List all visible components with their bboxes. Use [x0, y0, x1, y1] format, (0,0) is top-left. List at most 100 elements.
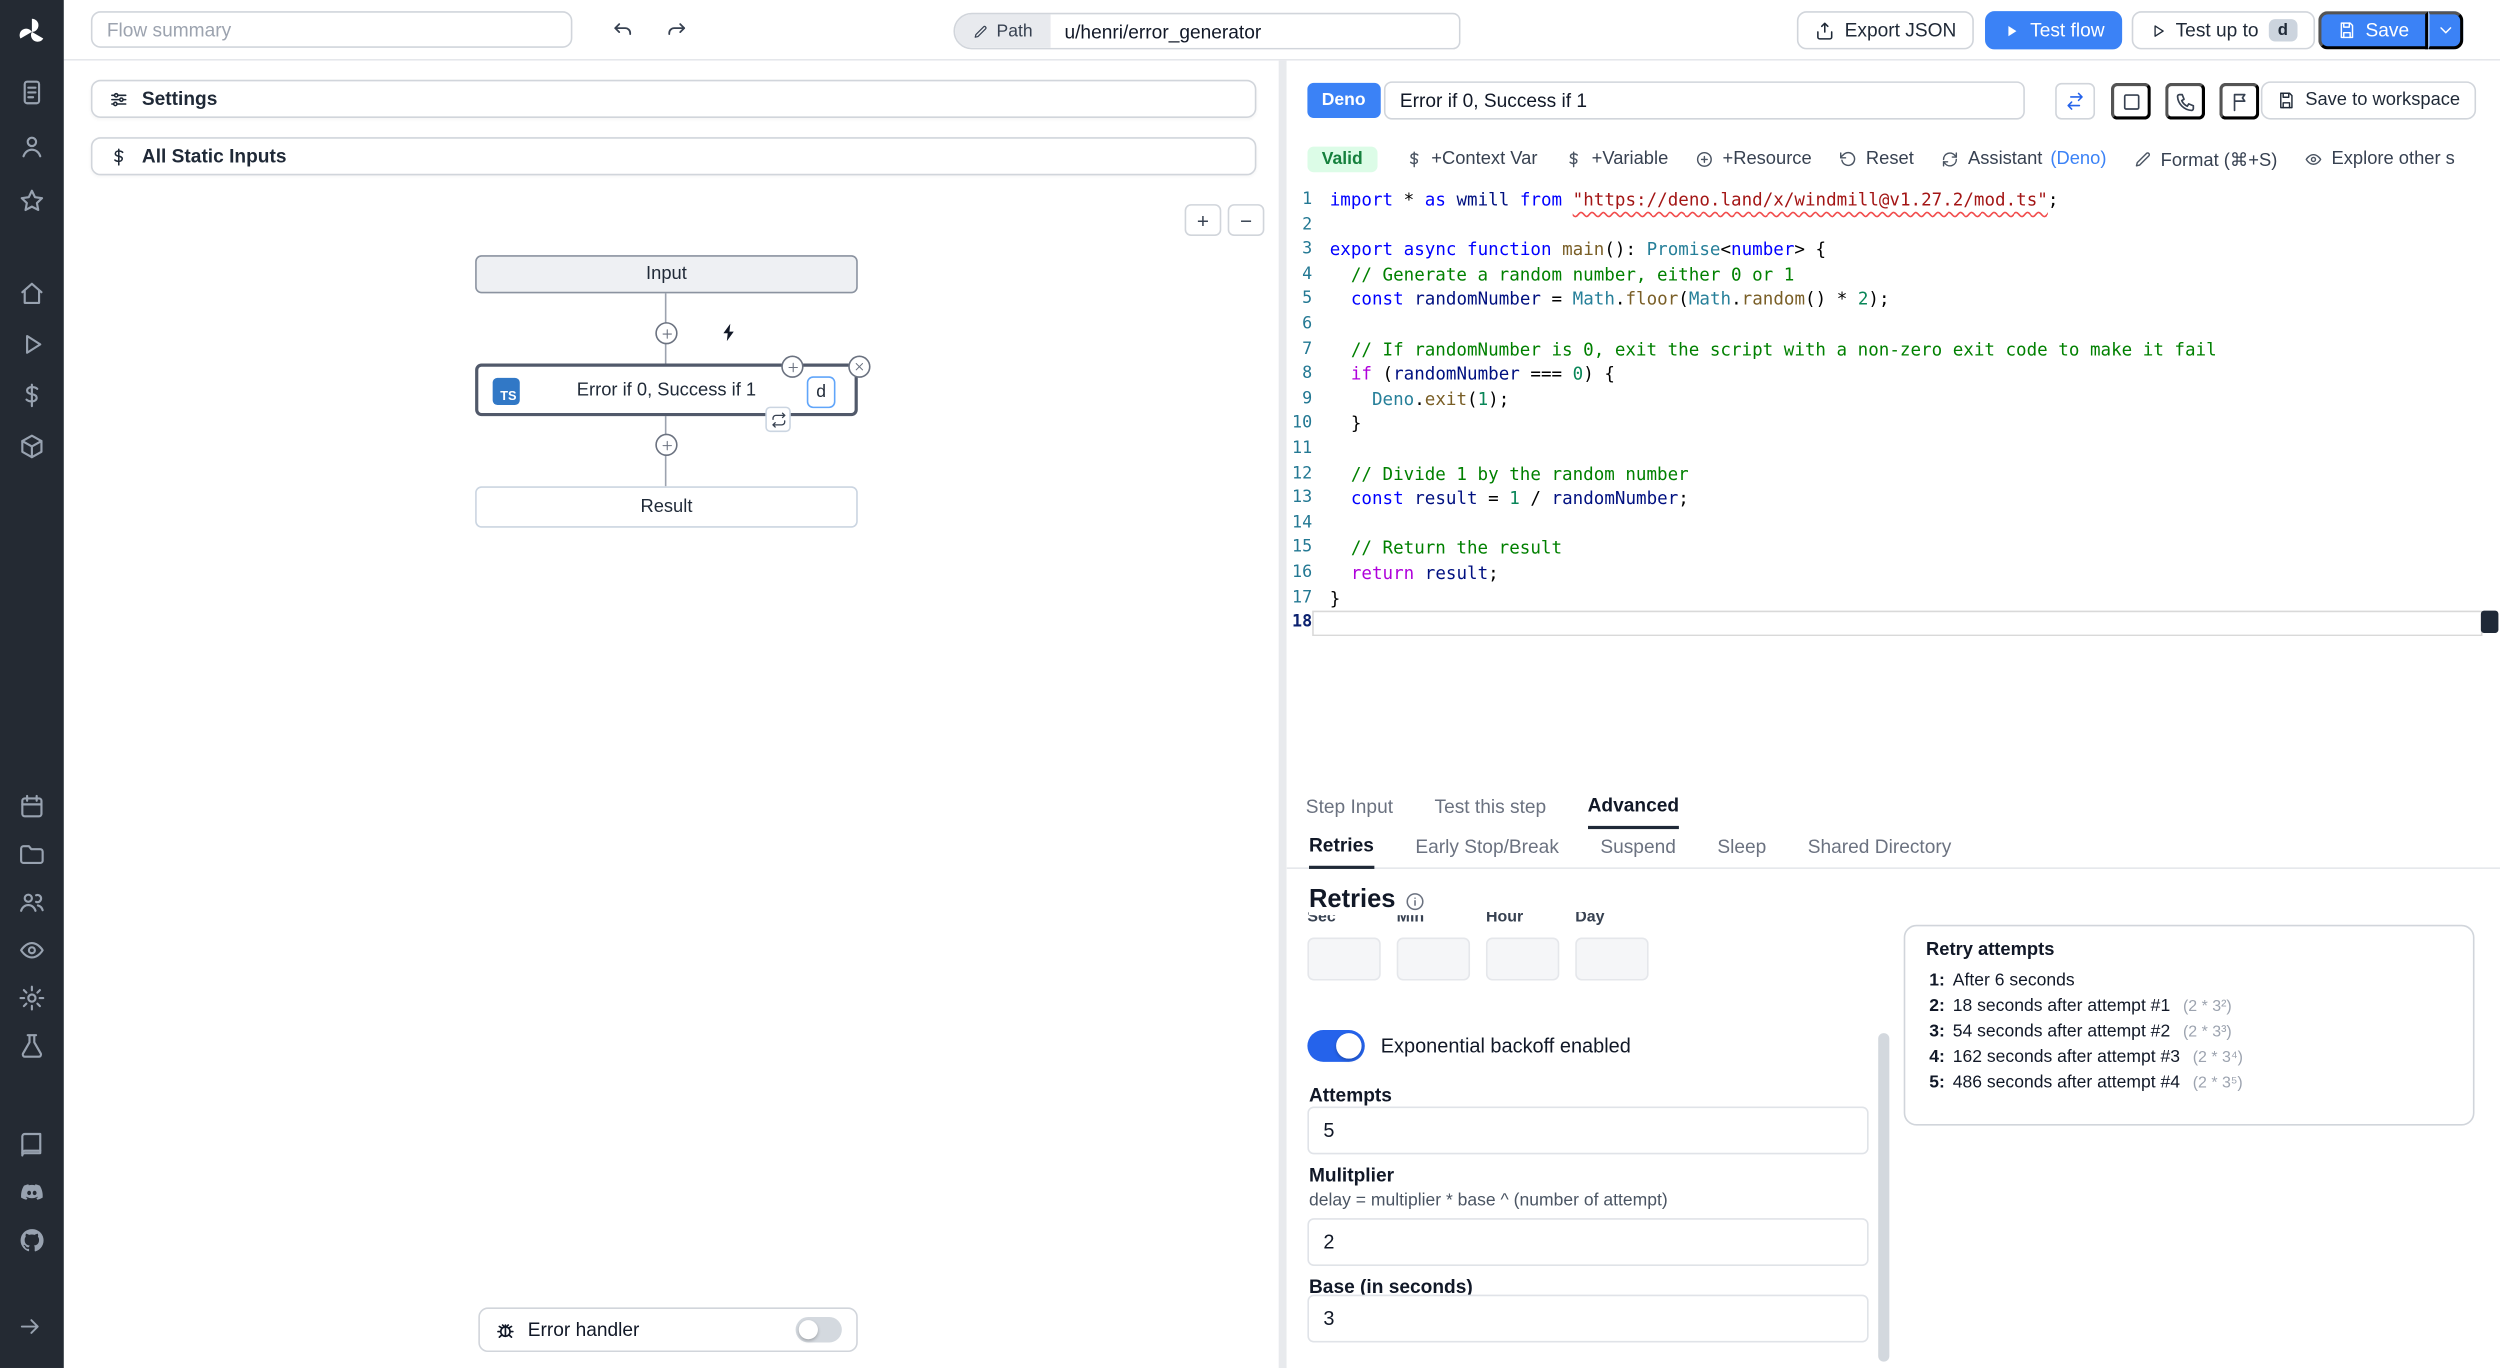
code-line[interactable]: 12 // Divide 1 by the random number	[1287, 462, 2483, 487]
code-line[interactable]: 14	[1287, 511, 2483, 536]
add-step-button[interactable]	[655, 433, 678, 456]
code-line[interactable]: 7 // If randomNumber is 0, exit the scri…	[1287, 337, 2483, 362]
test-up-to-button[interactable]: Test up to d	[2130, 11, 2316, 50]
input-node[interactable]: Input	[475, 255, 858, 294]
sidebar-item-clipboard[interactable]	[18, 78, 47, 107]
cron-sec-input[interactable]	[1307, 937, 1381, 981]
dollar-icon	[1404, 150, 1423, 169]
sidebar-item-user[interactable]	[18, 132, 47, 161]
retries-title: Retries	[1308, 886, 1396, 914]
tab-advanced[interactable]: Advanced	[1587, 794, 1680, 830]
tab-test-this-step[interactable]: Test this step	[1435, 796, 1547, 828]
cron-min-input[interactable]	[1396, 937, 1471, 981]
info-icon[interactable]	[1405, 890, 1426, 911]
add-step-button[interactable]	[655, 322, 678, 345]
redo-button[interactable]	[653, 12, 696, 48]
step-name-input[interactable]	[1383, 81, 2025, 120]
sidebar-item-play[interactable]	[18, 330, 47, 359]
code-line[interactable]: 18	[1287, 611, 2483, 636]
sidebar-item-eye[interactable]	[18, 936, 47, 965]
code-line[interactable]: 6	[1287, 312, 2483, 337]
undo-button[interactable]	[602, 12, 645, 48]
retries-section: Retries Sec Min Hour Day Exponential backof…	[1287, 871, 2500, 1368]
editor-scrollbar-thumb[interactable]	[2480, 610, 2499, 633]
code-line[interactable]: 1 import * as wmill from "https://deno.la…	[1287, 188, 2483, 213]
delete-step-button[interactable]	[848, 355, 871, 378]
panel-splitter[interactable]	[1278, 60, 1287, 1368]
advanced-tab-suspend[interactable]: Suspend	[1600, 835, 1676, 867]
result-node[interactable]: Result	[475, 486, 858, 528]
code-line[interactable]: 5 const randomNumber = Math.floor(Math.r…	[1287, 288, 2483, 313]
sidebar-item-book[interactable]	[18, 1130, 47, 1159]
code-line[interactable]: 13 const result = 1 / randomNumber;	[1287, 486, 2483, 511]
code-line[interactable]: 2	[1287, 213, 2483, 238]
save-to-workspace-button[interactable]: Save to workspace	[2260, 81, 2477, 120]
windmill-logo[interactable]	[14, 14, 49, 57]
add-resource-button[interactable]: +Resource	[1695, 150, 1812, 169]
code-line[interactable]: 17}	[1287, 586, 2483, 611]
plus-icon	[659, 326, 673, 340]
sidebar-item-calendar[interactable]	[18, 792, 47, 821]
sidebar-item-home[interactable]	[18, 279, 47, 308]
sidebar-item-github[interactable]	[18, 1226, 47, 1255]
advanced-tab-shared-directory[interactable]: Shared Directory	[1808, 835, 1952, 867]
advanced-tab-early-stop-break[interactable]: Early Stop/Break	[1415, 835, 1559, 867]
code-line[interactable]: 4 // Generate a random number, either 0 …	[1287, 263, 2483, 288]
add-trigger-button[interactable]	[716, 319, 743, 346]
assistant-button[interactable]: Assistant (Deno)	[1941, 150, 2106, 169]
explore-button[interactable]: Explore other s	[2304, 150, 2455, 169]
sidebar-item-discord[interactable]	[18, 1178, 47, 1207]
code-line[interactable]: 16 return result;	[1287, 561, 2483, 586]
save-button[interactable]: Save	[2317, 11, 2429, 50]
refresh-icon	[1941, 150, 1960, 169]
code-line[interactable]: 11	[1287, 437, 2483, 462]
path-input[interactable]	[1050, 14, 1459, 48]
flow-settings-button[interactable]: Settings	[90, 79, 1257, 118]
add-context-var-button[interactable]: +Context Var	[1404, 150, 1537, 169]
step-editor-panel: Deno Save to workspace Valid +Context Va…	[1286, 60, 2500, 1368]
sidebar-item-gear[interactable]	[18, 984, 47, 1013]
sidebar-item-star[interactable]	[18, 187, 47, 216]
sidebar-item-cube[interactable]	[18, 432, 47, 461]
sidebar-item-flask[interactable]	[18, 1032, 47, 1061]
fullscreen-button[interactable]	[2110, 82, 2151, 120]
cron-hour-input[interactable]	[1485, 937, 1560, 981]
code-line[interactable]: 9 Deno.exit(1);	[1287, 387, 2483, 412]
code-line[interactable]: 3 export async function main(): Promise<n…	[1287, 238, 2483, 263]
export-json-button[interactable]: Export JSON	[1796, 11, 1974, 50]
sidebar-item-folder[interactable]	[18, 840, 47, 869]
exponential-backoff-toggle[interactable]	[1307, 1029, 1365, 1062]
sidebar-item-users[interactable]	[18, 888, 47, 917]
flag-button[interactable]	[2219, 82, 2260, 120]
multiplier-input[interactable]	[1307, 1218, 1869, 1266]
code-line[interactable]: 10 }	[1287, 412, 2483, 437]
base-input[interactable]	[1307, 1294, 1869, 1343]
all-static-inputs-button[interactable]: All Static Inputs	[90, 137, 1257, 176]
flow-summary-input[interactable]	[90, 11, 573, 48]
advanced-scrollbar[interactable]	[1878, 1033, 1890, 1362]
flag-icon	[2228, 90, 2250, 112]
reset-label: Reset	[1865, 149, 1914, 170]
insert-step-button[interactable]	[781, 355, 804, 378]
zoom-out-button[interactable]: −	[1227, 204, 1265, 236]
code-line[interactable]: 15 // Return the result	[1287, 536, 2483, 561]
phone-button[interactable]	[2165, 82, 2206, 120]
attempts-input[interactable]	[1307, 1106, 1869, 1155]
tab-step-input[interactable]: Step Input	[1306, 796, 1393, 828]
reset-button[interactable]: Reset	[1839, 150, 1914, 169]
toggle-diff-button[interactable]	[2055, 82, 2096, 120]
sidebar-item-dollar[interactable]	[18, 381, 47, 410]
zoom-in-button[interactable]: +	[1184, 204, 1222, 236]
cron-day-input[interactable]	[1575, 937, 1649, 981]
sidebar-collapse-button[interactable]	[18, 1314, 47, 1343]
save-dropdown-button[interactable]	[2428, 11, 2464, 50]
format-button[interactable]: Format (⌘+S)	[2134, 148, 2277, 171]
advanced-tab-retries[interactable]: Retries	[1308, 834, 1374, 869]
test-flow-button[interactable]: Test flow	[1985, 11, 2123, 50]
advanced-tab-sleep[interactable]: Sleep	[1717, 835, 1766, 867]
test-up-to-label: Test up to	[2175, 19, 2259, 42]
add-variable-button[interactable]: +Variable	[1565, 150, 1668, 169]
code-line[interactable]: 8 if (randomNumber === 0) {	[1287, 362, 2483, 387]
error-handler-toggle[interactable]	[795, 1316, 842, 1343]
code-editor[interactable]: 1 import * as wmill from "https://deno.la…	[1287, 188, 2500, 784]
